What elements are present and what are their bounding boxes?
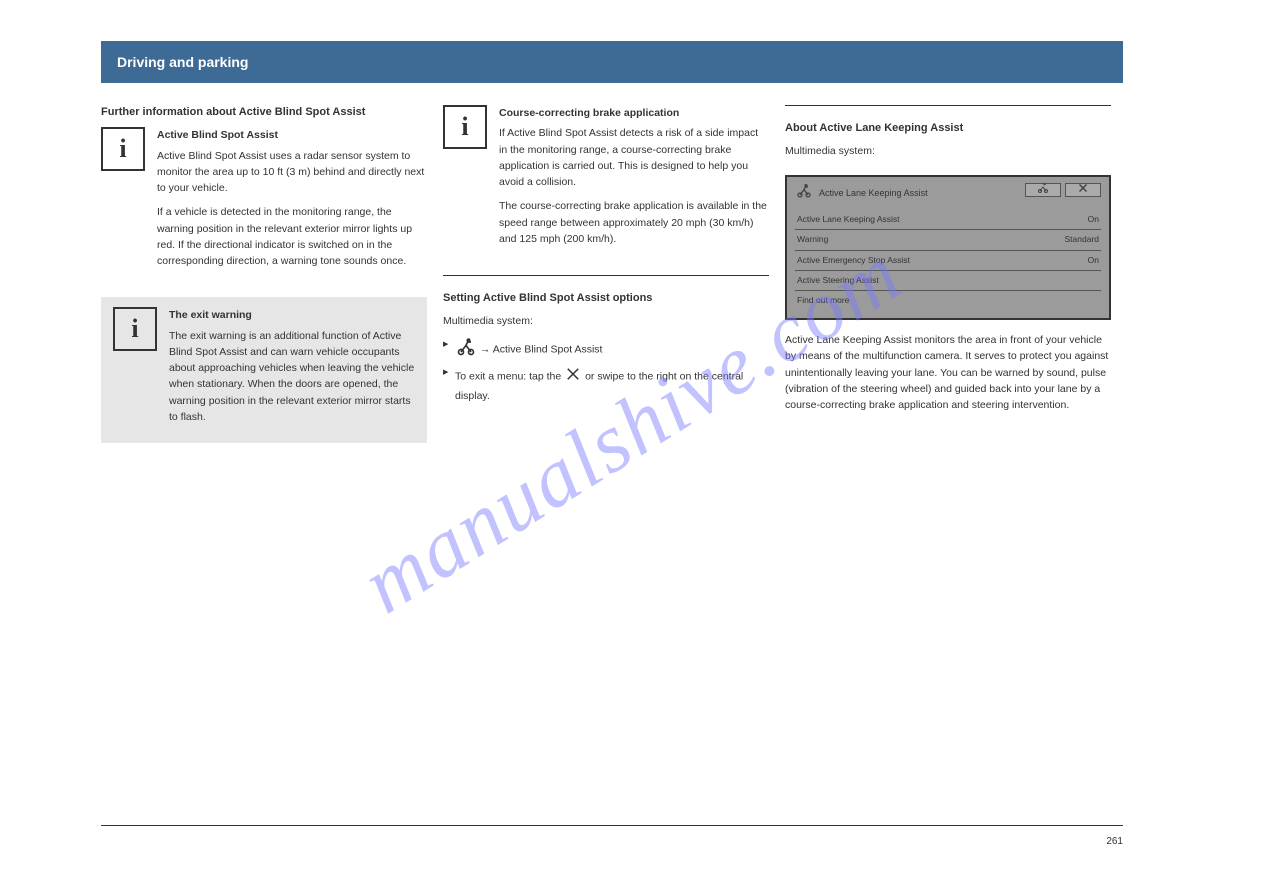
row-label: Active Emergency Stop Assist [797, 254, 910, 267]
col1-info-block: i Active Blind Spot Assist Active Blind … [101, 127, 427, 277]
step1-text: → Active Blind Spot Assist [480, 344, 603, 356]
col2-info-block: i Course-correcting brake application If… [443, 105, 769, 255]
column-2: i Course-correcting brake application If… [443, 105, 769, 443]
page-footer: 261 [101, 825, 1123, 847]
columns-wrapper: Further information about Active Blind S… [101, 105, 1123, 443]
col2-lead: Multimedia system: [443, 313, 769, 329]
display-title-row: Active Lane Keeping Assist [795, 183, 928, 204]
row-value: Standard [1065, 233, 1100, 246]
col3-body: Active Lane Keeping Assist monitors the … [785, 332, 1111, 413]
display-row[interactable]: Find out more [795, 291, 1101, 310]
close-icon [1077, 182, 1089, 200]
display-buttons [1025, 183, 1101, 197]
display-header: Active Lane Keeping Assist [795, 183, 1101, 204]
column-3: About Active Lane Keeping Assist Multime… [785, 105, 1111, 443]
col1-title: Further information about Active Blind S… [101, 105, 427, 119]
row-label: Active Lane Keeping Assist [797, 213, 900, 226]
col1-callout-row: i The exit warning The exit warning is a… [113, 307, 415, 425]
display-title: Active Lane Keeping Assist [819, 187, 928, 201]
step2-text-a: To exit a menu: tap the [455, 370, 564, 382]
col1-info-label: Active Blind Spot Assist [157, 127, 427, 143]
row-label: Find out more [797, 294, 849, 307]
cyclist-icon [795, 183, 813, 204]
display-cyclist-button[interactable] [1025, 183, 1061, 197]
row-label: Warning [797, 233, 828, 246]
close-icon [564, 365, 582, 388]
col1-callout-text: The exit warning The exit warning is an … [169, 307, 415, 425]
col2-info-text: Course-correcting brake application If A… [499, 105, 769, 255]
col1-info-body1: Active Blind Spot Assist uses a radar se… [157, 148, 427, 197]
info-icon: i [113, 307, 157, 351]
display-row[interactable]: Active Steering Assist [795, 271, 1101, 291]
col1-info-text: Active Blind Spot Assist Active Blind Sp… [157, 127, 427, 277]
display-close-button[interactable] [1065, 183, 1101, 197]
step-assist-menu: → Active Blind Spot Assist [443, 337, 769, 362]
col1-callout-label: The exit warning [169, 307, 415, 323]
display-row[interactable]: Active Emergency Stop Assist On [795, 251, 1101, 271]
col2-info-body2: The course-correcting brake application … [499, 198, 769, 247]
col3-lead: Multimedia system: [785, 143, 1111, 159]
footer-page-number: 261 [1106, 836, 1123, 847]
cyclist-icon [1036, 182, 1050, 200]
page-header: Driving and parking [101, 41, 1123, 83]
col1-callout-body: The exit warning is an additional functi… [169, 328, 415, 426]
info-icon: i [101, 127, 145, 171]
row-value: On [1088, 254, 1099, 267]
cyclist-icon [455, 337, 477, 362]
col3-section-title: About Active Lane Keeping Assist [785, 120, 1111, 137]
display-row[interactable]: Warning Standard [795, 230, 1101, 250]
row-label: Active Steering Assist [797, 274, 879, 287]
display-row[interactable]: Active Lane Keeping Assist On [795, 210, 1101, 230]
header-title: Driving and parking [117, 54, 248, 70]
col2-info-label: Course-correcting brake application [499, 105, 769, 121]
col1-callout: i The exit warning The exit warning is a… [101, 297, 427, 443]
col2-steps: → Active Blind Spot Assist To exit a men… [443, 337, 769, 406]
col2-section-title: Setting Active Blind Spot Assist options [443, 290, 769, 307]
step-exit-menu: To exit a menu: tap the or swipe to the … [443, 365, 769, 405]
multimedia-display: Active Lane Keeping Assist [785, 175, 1111, 320]
col2-info-body1: If Active Blind Spot Assist detects a ri… [499, 125, 769, 190]
divider [443, 275, 769, 276]
col1-info-body2: If a vehicle is detected in the monitori… [157, 204, 427, 269]
page-content: Driving and parking Further information … [101, 41, 1123, 443]
info-icon: i [443, 105, 487, 149]
column-1: Further information about Active Blind S… [101, 105, 427, 443]
divider [785, 105, 1111, 106]
row-value: On [1088, 213, 1099, 226]
